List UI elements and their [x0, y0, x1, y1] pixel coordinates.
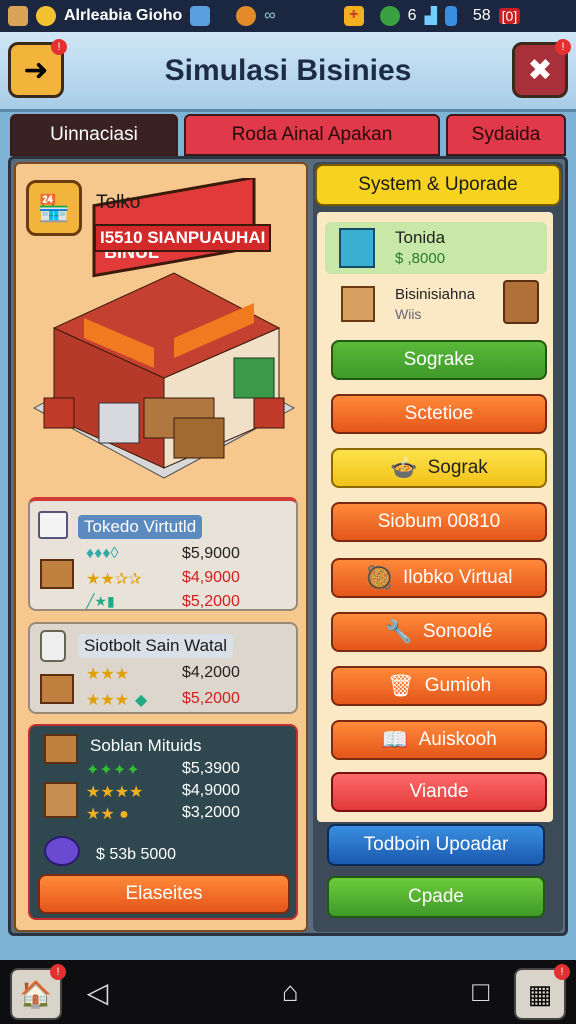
sograke-button[interactable]: Sograke — [331, 340, 547, 380]
elaseites-button[interactable]: Elaseites — [38, 874, 290, 914]
refresh-icon — [379, 6, 400, 26]
card-title: Siotbolt Sain Watal — [78, 634, 233, 658]
chest-icon — [44, 734, 78, 764]
nav-bar: ◁ ⌂ □ — [0, 960, 576, 1024]
book-icon: 📖 — [381, 727, 409, 752]
price: $4,2000 — [182, 664, 240, 681]
viande-button[interactable]: Viande — [331, 772, 547, 812]
card-title: Soblan Mituids — [90, 736, 202, 755]
rating-row: ★★★ ◆ — [86, 692, 148, 709]
gem-icon — [44, 836, 80, 866]
notification-badge-icon: ! — [554, 964, 570, 980]
notification-badge-icon: ! — [51, 39, 67, 55]
item-tonida[interactable]: Tonida $ ,8000 — [325, 222, 547, 274]
home-nav-icon[interactable]: ⌂ — [282, 976, 299, 1008]
tab-roda-ainal[interactable]: Roda Ainal Apakan — [184, 114, 440, 156]
extra-price: $ 53b 5000 — [96, 846, 177, 863]
gift-icon — [339, 228, 375, 268]
auiskooh-button[interactable]: 📖 Auiskooh — [331, 720, 547, 760]
rating-row: ★★★★ — [86, 784, 144, 801]
tab-sydaida[interactable]: Sydaida — [446, 114, 566, 156]
tab-uinnaciasi[interactable]: Uinnaciasi — [10, 114, 178, 156]
grid-icon: ▦ — [527, 978, 553, 1009]
sctetioe-button[interactable]: Sctetioe — [331, 394, 547, 434]
close-icon: ✖ — [527, 53, 553, 87]
notification-badge-icon: ! — [555, 39, 571, 55]
crate-icon — [341, 286, 375, 322]
store-illustration: BINUL 🏪 Tolko I5510 SIANPUAUHAI — [24, 175, 302, 488]
dish-icon: 🥘 — [365, 565, 393, 590]
rating-row: ♦♦♦◊ — [86, 545, 119, 562]
rating-row: ★★ ● — [86, 806, 129, 823]
package-icon — [8, 6, 28, 26]
signal-icon: ▟ — [424, 8, 437, 25]
item-name: Tonida — [395, 228, 446, 247]
rating-row: ╱★▮ — [86, 593, 115, 609]
status-bar: Alrleabia Gioho ∞ + 6 ▟ 58 [0] — [0, 0, 576, 32]
cpade-button[interactable]: Cpade — [327, 876, 545, 918]
app-name: Alrleabia Gioho — [64, 7, 183, 24]
notification-badge-icon: ! — [50, 964, 66, 980]
item-name: Bisinisiahna — [395, 286, 476, 303]
item-value: $ ,8000 — [395, 250, 446, 267]
item-sub: Wiis — [395, 306, 422, 322]
price: $5,2000 — [182, 690, 240, 707]
loop-icon: ∞ — [264, 7, 276, 24]
box-icon — [38, 511, 68, 539]
price: $5,2000 — [182, 593, 240, 610]
chest-icon — [40, 559, 74, 589]
price: $4,9000 — [182, 569, 240, 586]
product-card[interactable]: Tokedo Virtutld ♦♦♦◊ $5,9000 ★★✰✰ $4,900… — [28, 497, 298, 611]
status-time: 58 — [472, 7, 491, 24]
mail-icon — [190, 6, 211, 26]
sograk-button[interactable]: 🍲 Sograk — [331, 448, 547, 488]
app-header: ➜ ! Simulasi Bisinies ✖ ! — [0, 32, 576, 112]
coin-icon — [36, 6, 56, 26]
store-sign: I5510 SIANPUAUHAI — [94, 224, 272, 252]
price: $3,2000 — [182, 804, 240, 821]
plus-icon: + — [343, 6, 364, 26]
product-card[interactable]: Soblan Mituids ✦✦✦✦ $5,3900 ★★★★ $4,9000… — [28, 724, 298, 920]
battery-label: [0] — [498, 8, 521, 24]
close-button[interactable]: ✖ ! — [512, 39, 571, 98]
back-nav-icon[interactable]: ◁ — [87, 976, 109, 1009]
store-panel: BINUL 🏪 Tolko I5510 SIANPUAUHAI Tokedo V… — [14, 162, 308, 932]
price: $5,9000 — [182, 545, 240, 562]
upgrade-panel: System & Uporade Tonida $ ,8000 Bisinisi… — [313, 162, 563, 932]
store-label: Tolko — [96, 192, 141, 213]
inventory-button[interactable]: ▦ ! — [514, 964, 570, 1020]
tokko-virtual-button[interactable]: 🥘 Ilobko Virtual — [331, 558, 547, 598]
tool-icon: 🔧 — [385, 619, 413, 644]
price: $5,3900 — [182, 760, 240, 777]
rating-row: ★★✰✰ — [86, 571, 142, 588]
house-icon: 🏠 — [19, 978, 53, 1009]
trash-icon: 🗑 — [386, 673, 415, 698]
main-panel: BINUL 🏪 Tolko I5510 SIANPUAUHAI Tokedo V… — [8, 156, 568, 936]
card-title: Tokedo Virtutld — [78, 515, 203, 539]
system-upgrade-header[interactable]: System & Uporade — [315, 164, 561, 206]
safe-icon — [44, 782, 78, 818]
todboin-upoadar-button[interactable]: Todboin Upoadar — [327, 824, 545, 866]
chest-icon — [40, 674, 74, 704]
pot-icon: 🍲 — [390, 455, 418, 480]
siobum-button[interactable]: Siobum 00810 — [331, 502, 547, 542]
home-button[interactable]: 🏠 ! — [10, 964, 66, 1020]
sack-icon — [503, 280, 539, 324]
signal-text: 6 — [407, 7, 417, 24]
item-bisinisiahna[interactable]: Bisinisiahna Wiis — [325, 280, 547, 332]
price: $4,9000 — [182, 782, 240, 799]
jar-icon — [40, 630, 66, 662]
product-card[interactable]: Siotbolt Sain Watal ★★★ $4,2000 ★★★ ◆ $5,… — [28, 622, 298, 714]
rating-row: ★★★ — [86, 666, 130, 683]
page-title: Simulasi Bisinies — [164, 54, 412, 87]
rating-row: ✦✦✦✦ — [86, 762, 140, 779]
sonoole-button[interactable]: 🔧 Sonoolé — [331, 612, 547, 652]
store-icon: 🏪 — [26, 180, 82, 236]
gumioh-button[interactable]: 🗑 Gumioh — [331, 666, 547, 706]
battery-icon — [444, 6, 457, 26]
browser-icon — [236, 6, 257, 26]
tab-bar: Uinnaciasi Roda Ainal Apakan Sydaida — [10, 114, 566, 156]
recents-nav-icon[interactable]: □ — [472, 976, 489, 1008]
